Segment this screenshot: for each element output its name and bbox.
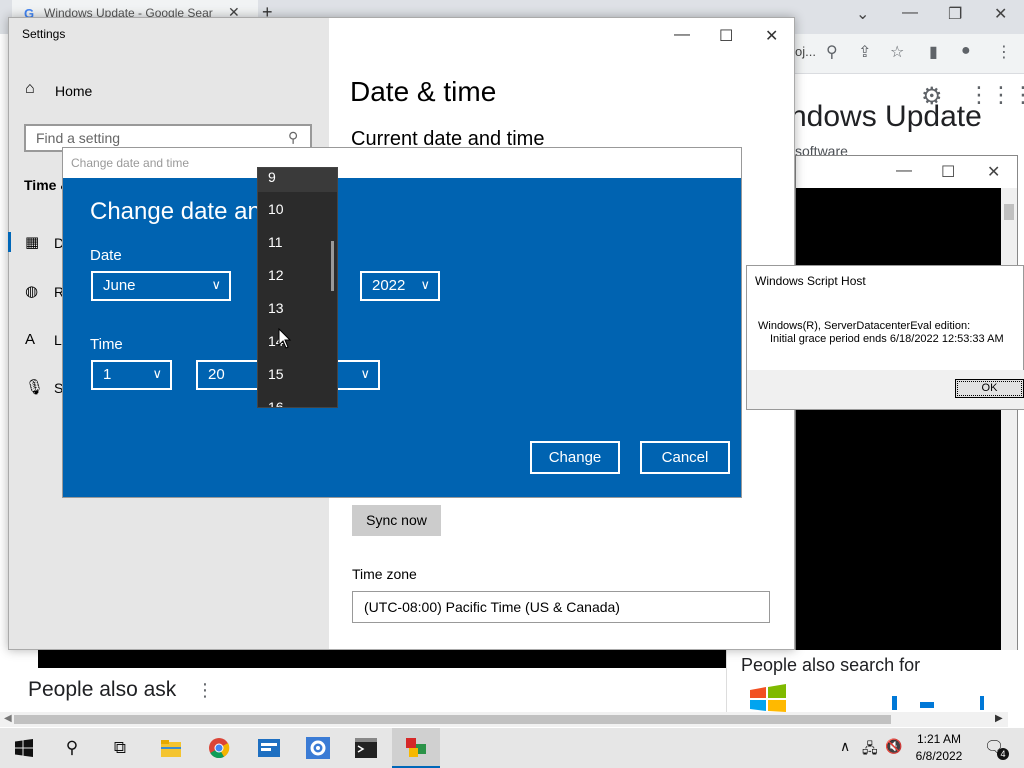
timezone-select[interactable]: (UTC-08:00) Pacific Time (US & Canada) [352,591,770,623]
sync-now-button[interactable]: Sync now [352,505,441,536]
dialog-titlebar: Change date and time [63,148,741,178]
hour-value: 1 [103,366,112,383]
day-option[interactable]: 12 [268,267,284,283]
notification-count-badge: 4 [997,748,1009,760]
settings-home-link[interactable]: Home [55,83,92,99]
region-icon[interactable]: ◍ [25,282,38,300]
task-view-icon[interactable]: ⧉ [96,728,144,768]
horizontal-scroll-thumb[interactable] [14,715,891,724]
file-explorer-icon[interactable] [160,738,182,758]
people-also-ask-heading: People also ask [28,678,177,701]
menu-icon[interactable]: ⋮ [996,42,1012,62]
day-option[interactable]: 9 [258,168,337,192]
day-option[interactable]: 10 [268,201,284,217]
search-thumbnail-icon[interactable] [880,694,990,712]
people-also-search-heading: People also search for [741,655,921,675]
mouse-cursor-icon [278,328,292,349]
search-icon[interactable]: ⚲ [48,728,96,768]
timezone-label: Time zone [352,566,417,582]
gear-icon[interactable]: ⚙ [921,82,943,111]
day-option[interactable]: 15 [268,366,284,382]
settings-maximize-icon[interactable]: ☐ [719,26,733,46]
calendar-clock-icon[interactable]: ▦ [25,233,39,251]
network-icon[interactable]: 🖧 [862,738,878,762]
settings-minimize-icon[interactable]: — [674,26,690,44]
date-label: Date [90,247,122,264]
windows-logo-icon[interactable] [748,684,788,712]
language-icon[interactable]: A [25,331,35,348]
scroll-right-icon[interactable]: ▶ [995,713,1003,724]
terminal-minimize-icon[interactable]: — [896,162,912,180]
year-select[interactable]: 2022 ∨ [360,271,440,301]
change-button[interactable]: Change [530,441,620,474]
day-option[interactable]: 11 [268,234,283,250]
ok-button[interactable]: OK [955,379,1024,398]
chevron-down-icon: ∨ [420,277,430,292]
close-icon[interactable]: ✕ [994,4,1007,24]
cancel-button[interactable]: Cancel [640,441,730,474]
server-manager-icon[interactable] [258,739,280,757]
chevron-down-icon: ∨ [360,366,370,381]
command-prompt-icon[interactable] [355,738,377,758]
month-value: June [103,277,136,294]
result-heading[interactable]: ndows Update [790,100,982,134]
home-icon[interactable]: ⌂ [25,80,35,98]
settings-gear-icon[interactable] [306,737,330,759]
terminal-titlebar: — ☐ ✕ [796,156,1017,188]
terminal-scrollbar[interactable] [1001,188,1017,664]
location-icon[interactable]: ⚲ [826,42,838,62]
chevron-down-icon: ∨ [211,277,221,292]
tray-date[interactable]: 6/8/2022 [910,749,968,763]
start-icon[interactable] [15,739,33,757]
selected-indicator [8,232,11,252]
restore-icon[interactable]: ❐ [948,4,962,24]
sidebar-item-language[interactable]: L [54,332,62,348]
wsh-title: Windows Script Host [755,274,866,288]
scroll-left-icon[interactable]: ◀ [4,713,12,724]
settings-window-title: Settings [22,27,66,41]
apps-grid-icon[interactable]: ⋮⋮⋮ [968,82,1024,108]
month-select[interactable]: June ∨ [91,271,231,301]
terminal-window: — ☐ ✕ [795,155,1018,670]
search-icon[interactable]: ⚲ [288,129,298,146]
terminal-body[interactable] [796,188,1001,664]
bookmark-star-icon[interactable]: ☆ [890,42,904,62]
share-icon[interactable]: ⇪ [858,42,871,62]
terminal-scroll-thumb[interactable] [1004,204,1014,220]
hour-select[interactable]: 1 ∨ [91,360,172,390]
minimize-icon[interactable]: — [902,4,918,22]
page-title: Date & time [350,76,497,107]
side-panel-icon[interactable]: ▮ [929,42,938,62]
day-option[interactable]: 16 [268,399,284,407]
terminal-maximize-icon[interactable]: ☐ [941,162,955,182]
chrome-icon[interactable] [208,737,230,759]
microphone-icon[interactable]: 🎙 [25,378,44,396]
minute-value: 20 [208,366,225,383]
profile-icon[interactable]: ● [961,42,971,60]
tab-search-icon[interactable]: ⌄ [856,4,869,24]
time-label: Time [90,336,123,353]
wsh-message-line2: Initial grace period ends 6/18/2022 12:5… [770,333,1004,345]
day-list-scrollbar[interactable] [331,241,334,291]
show-hidden-icons-icon[interactable]: ∧ [840,738,850,755]
more-options-icon[interactable]: ⋮ [196,680,214,701]
wsh-message-line1: Windows(R), ServerDatacenterEval edition… [758,320,971,332]
script-host-icon[interactable] [404,736,428,760]
volume-muted-icon[interactable]: 🔇 [885,738,902,755]
year-value: 2022 [372,277,406,294]
chevron-down-icon: ∨ [152,366,162,381]
settings-close-icon[interactable]: ✕ [765,26,778,46]
day-dropdown-list[interactable]: 9 10 11 12 13 14 15 16 [257,167,338,408]
tray-time[interactable]: 1:21 AM [910,732,968,746]
address-bar-text[interactable]: oj... [795,44,816,59]
terminal-close-icon[interactable]: ✕ [987,162,1000,182]
day-option[interactable]: 13 [268,300,284,316]
